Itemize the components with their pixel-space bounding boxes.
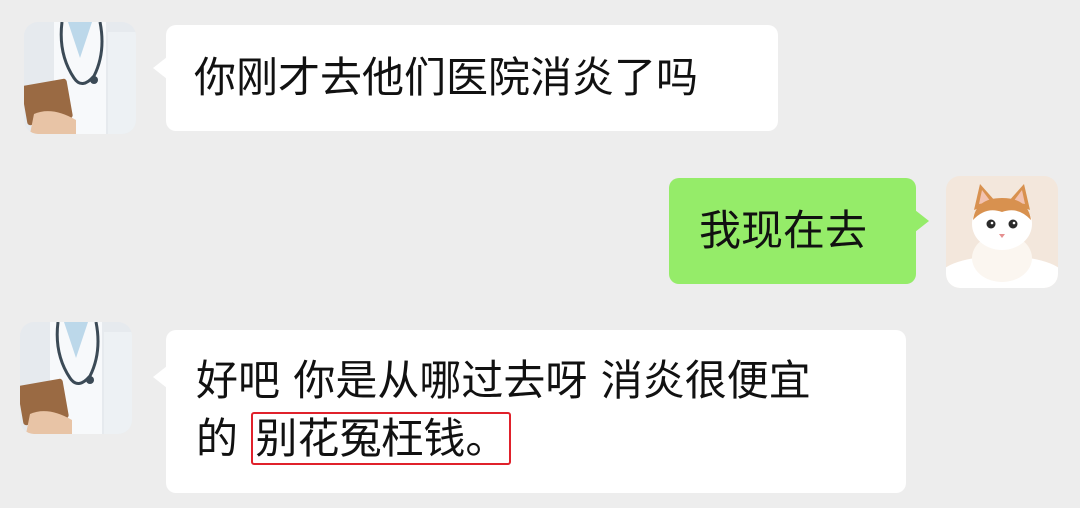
doctor-avatar[interactable] (24, 22, 136, 134)
highlighted-text-box: 别花冤枉钱。 (251, 412, 512, 465)
message-text: 你刚才去他们医院消炎了吗 (194, 53, 699, 102)
bubble-tail (153, 366, 167, 388)
message-bubble-incoming[interactable]: 好吧 你是从哪过去呀 消炎很便宜 的 别花冤枉钱。 (153, 330, 906, 493)
message-bubble-incoming[interactable]: 你刚才去他们医院消炎了吗 (153, 25, 778, 131)
bubble-tail (915, 210, 929, 232)
kitten-avatar[interactable] (946, 176, 1058, 288)
message-bubble-outgoing[interactable]: 我现在去 (669, 178, 929, 284)
message-text: 我现在去 (699, 206, 868, 255)
doctor-avatar-icon (24, 22, 136, 134)
doctor-avatar-icon (20, 322, 132, 434)
message-text-line-2: 的 别花冤枉钱。 (196, 410, 876, 468)
doctor-avatar[interactable] (20, 322, 132, 434)
bubble-tail (153, 57, 167, 79)
message-text-line-1: 好吧 你是从哪过去呀 消炎很便宜 (196, 356, 811, 405)
message-text-prefix: 的 (196, 414, 252, 463)
kitten-avatar-icon (946, 176, 1058, 288)
